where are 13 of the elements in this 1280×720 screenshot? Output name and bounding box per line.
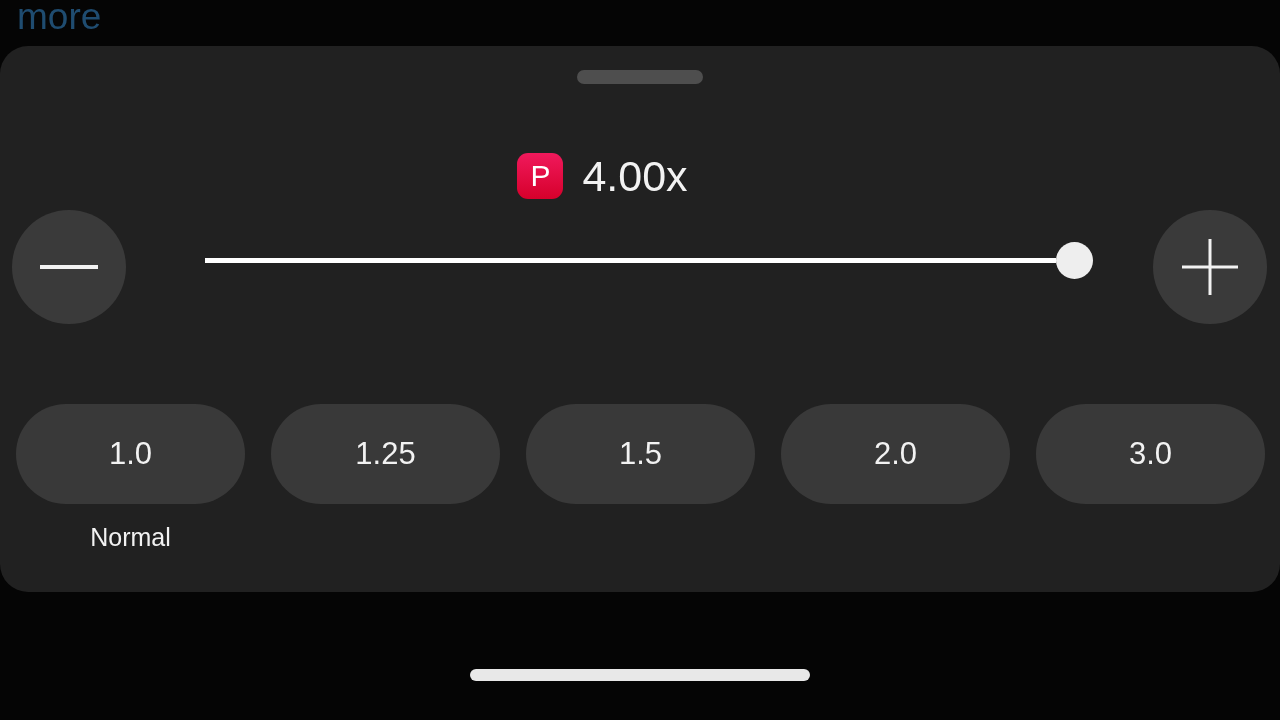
minus-icon <box>40 265 98 269</box>
speed-value: 4.00x <box>582 153 688 199</box>
speed-preset-button[interactable]: 1.0 <box>16 404 245 504</box>
speed-preset-button[interactable]: 2.0 <box>781 404 1010 504</box>
preset-caption: Normal <box>90 522 171 552</box>
speed-preset-button[interactable]: 3.0 <box>1036 404 1265 504</box>
speed-preset-button[interactable]: 1.25 <box>271 404 500 504</box>
drag-handle[interactable] <box>577 70 703 84</box>
letter-badge: P <box>517 153 564 199</box>
plus-icon <box>1182 239 1238 295</box>
slider-thumb[interactable] <box>1056 241 1093 279</box>
speed-preset-button[interactable]: 1.5 <box>526 404 755 504</box>
slider-track[interactable] <box>205 241 1093 279</box>
